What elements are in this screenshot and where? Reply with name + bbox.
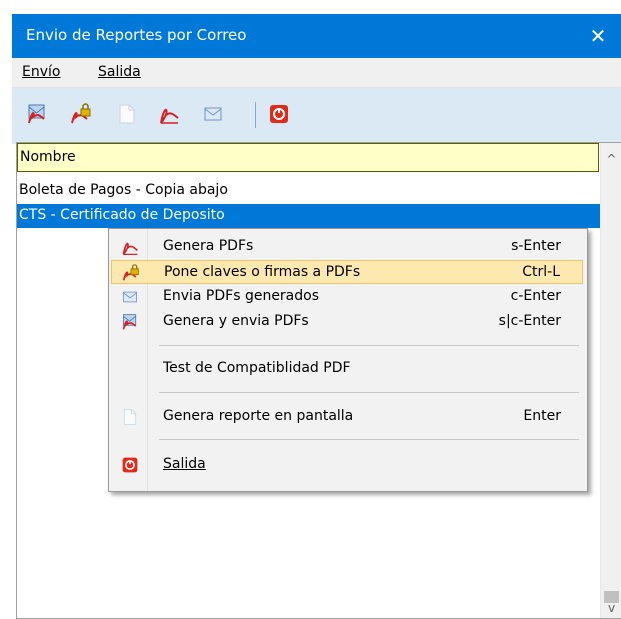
menu-item-shortcut: s|c-Enter bbox=[498, 313, 561, 329]
menu-item-label: Envia PDFs generados bbox=[163, 288, 320, 304]
pdf-icon[interactable] bbox=[158, 103, 180, 125]
generate-send-pdf-icon[interactable] bbox=[26, 103, 48, 125]
menu-item-envia-pdfs[interactable]: Envia PDFs generados c-Enter bbox=[111, 285, 583, 309]
menu-separator bbox=[159, 439, 579, 440]
toolbar bbox=[12, 88, 621, 144]
scroll-down-button[interactable]: v bbox=[601, 598, 621, 618]
menu-item-label: Pone claves o firmas a PDFs bbox=[164, 264, 361, 280]
menu-bar: Envío Salida bbox=[12, 58, 621, 88]
list-item-label: Boleta de Pagos - Copia abajo bbox=[19, 182, 228, 198]
menu-item-label: Salida bbox=[163, 456, 206, 472]
vertical-scrollbar[interactable]: ^ v bbox=[600, 143, 621, 618]
scroll-up-button[interactable]: ^ bbox=[601, 149, 621, 169]
menu-item-salida[interactable]: Salida bbox=[111, 453, 583, 477]
envelope-icon bbox=[121, 288, 139, 306]
exit-icon[interactable] bbox=[268, 103, 290, 125]
context-menu: Genera PDFs s-Enter Pone claves o firmas… bbox=[108, 228, 588, 492]
list-item[interactable]: Boleta de Pagos - Copia abajo bbox=[17, 179, 601, 203]
menu-item-shortcut: c-Enter bbox=[510, 288, 561, 304]
menu-separator bbox=[159, 345, 579, 346]
menu-item-shortcut: Ctrl-L bbox=[522, 264, 560, 280]
title-bar[interactable]: Envio de Reportes por Correo ✕ bbox=[12, 14, 621, 58]
menu-item-label: Genera reporte en pantalla bbox=[163, 408, 354, 424]
menu-separator bbox=[159, 392, 579, 393]
menu-item-genera-envia[interactable]: Genera y envia PDFs s|c-Enter bbox=[111, 310, 583, 334]
menu-item-pone-claves[interactable]: Pone claves o firmas a PDFs Ctrl-L bbox=[111, 260, 583, 284]
menu-item-label-text: Salida bbox=[163, 456, 206, 472]
menu-item-test-compatibilidad[interactable]: Test de Compatiblidad PDF bbox=[111, 357, 583, 381]
column-header-label: Nombre bbox=[20, 149, 76, 165]
menu-salida-label: Salida bbox=[98, 64, 141, 80]
window-title: Envio de Reportes por Correo bbox=[26, 26, 247, 44]
column-header-nombre[interactable]: Nombre bbox=[17, 143, 599, 172]
lock-pdf-icon bbox=[122, 264, 140, 282]
menu-item-shortcut: Enter bbox=[523, 408, 561, 424]
list-item-label: CTS - Certificado de Deposito bbox=[19, 207, 225, 223]
menu-item-genera-pdfs[interactable]: Genera PDFs s-Enter bbox=[111, 235, 583, 259]
menu-item-shortcut: s-Enter bbox=[511, 238, 561, 254]
envelope-icon[interactable] bbox=[202, 103, 224, 125]
toolbar-separator bbox=[255, 102, 256, 128]
menu-item-label: Genera PDFs bbox=[163, 238, 254, 254]
close-button[interactable]: ✕ bbox=[575, 14, 621, 58]
blank-document-icon[interactable] bbox=[116, 103, 138, 125]
blank-document-icon bbox=[121, 408, 139, 426]
generate-send-pdf-icon bbox=[121, 313, 139, 331]
list-item-selected[interactable]: CTS - Certificado de Deposito bbox=[17, 204, 601, 228]
menu-envio[interactable]: Envío bbox=[22, 64, 60, 80]
menu-item-genera-reporte[interactable]: Genera reporte en pantalla Enter bbox=[111, 405, 583, 429]
menu-item-label: Genera y envia PDFs bbox=[163, 313, 309, 329]
lock-pdf-icon[interactable] bbox=[70, 103, 92, 125]
menu-envio-label: Envío bbox=[22, 64, 61, 80]
menu-item-label: Test de Compatiblidad PDF bbox=[163, 360, 351, 376]
pdf-icon bbox=[121, 238, 139, 256]
menu-salida[interactable]: Salida bbox=[98, 64, 141, 80]
exit-icon bbox=[121, 456, 139, 474]
